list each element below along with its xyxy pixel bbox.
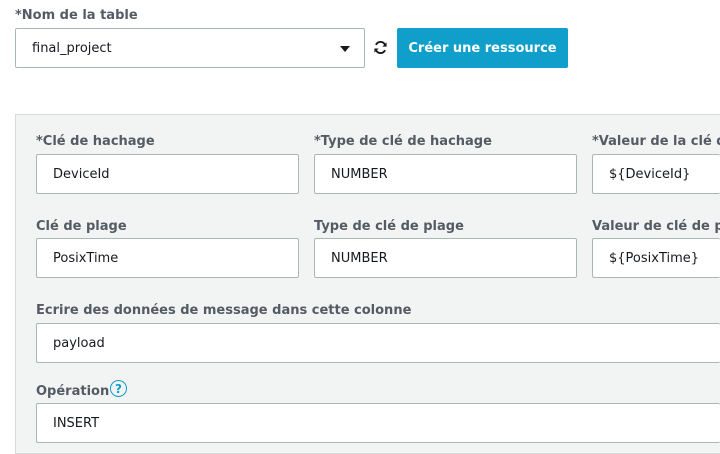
range-key-value: PosixTime xyxy=(53,250,119,266)
hash-key-type-label: *Type de clé de hachage xyxy=(314,134,492,149)
operation-label: Opération xyxy=(36,384,110,399)
range-key-input[interactable]: PosixTime xyxy=(36,238,299,278)
hash-key-value-input[interactable]: ${DeviceId} xyxy=(592,154,720,194)
hash-key-type-value: NUMBER xyxy=(331,166,388,182)
hash-key-value-label: *Valeur de la clé de xyxy=(592,134,720,149)
chevron-down-icon xyxy=(340,46,350,52)
operation-input[interactable]: INSERT xyxy=(36,403,720,443)
hash-key-value-text: ${DeviceId} xyxy=(609,166,691,182)
create-resource-button[interactable]: Créer une ressource xyxy=(397,28,568,68)
range-key-value-input[interactable]: ${PosixTime} xyxy=(592,238,720,278)
range-key-value-label: Valeur de clé de pla xyxy=(592,219,720,234)
range-key-type-input[interactable]: NUMBER xyxy=(314,238,577,278)
table-name-label: *Nom de la table xyxy=(15,8,138,23)
range-key-label: Clé de plage xyxy=(36,219,127,234)
hash-key-label: *Clé de hachage xyxy=(36,134,155,149)
range-key-type-label: Type de clé de plage xyxy=(314,219,464,234)
payload-column-label: Ecrire des données de message dans cette… xyxy=(36,303,412,318)
payload-column-value: payload xyxy=(53,335,105,351)
hash-key-value: DeviceId xyxy=(53,166,110,182)
table-name-value: final_project xyxy=(32,40,112,56)
payload-column-input[interactable]: payload xyxy=(36,323,720,363)
refresh-icon[interactable] xyxy=(373,40,388,55)
range-key-value-text: ${PosixTime} xyxy=(609,250,700,266)
help-icon[interactable]: ? xyxy=(110,380,127,397)
range-key-type-value: NUMBER xyxy=(331,250,388,266)
hash-key-input[interactable]: DeviceId xyxy=(36,154,299,194)
table-name-select[interactable]: final_project xyxy=(15,28,365,68)
hash-key-type-input[interactable]: NUMBER xyxy=(314,154,577,194)
operation-value: INSERT xyxy=(53,415,100,431)
